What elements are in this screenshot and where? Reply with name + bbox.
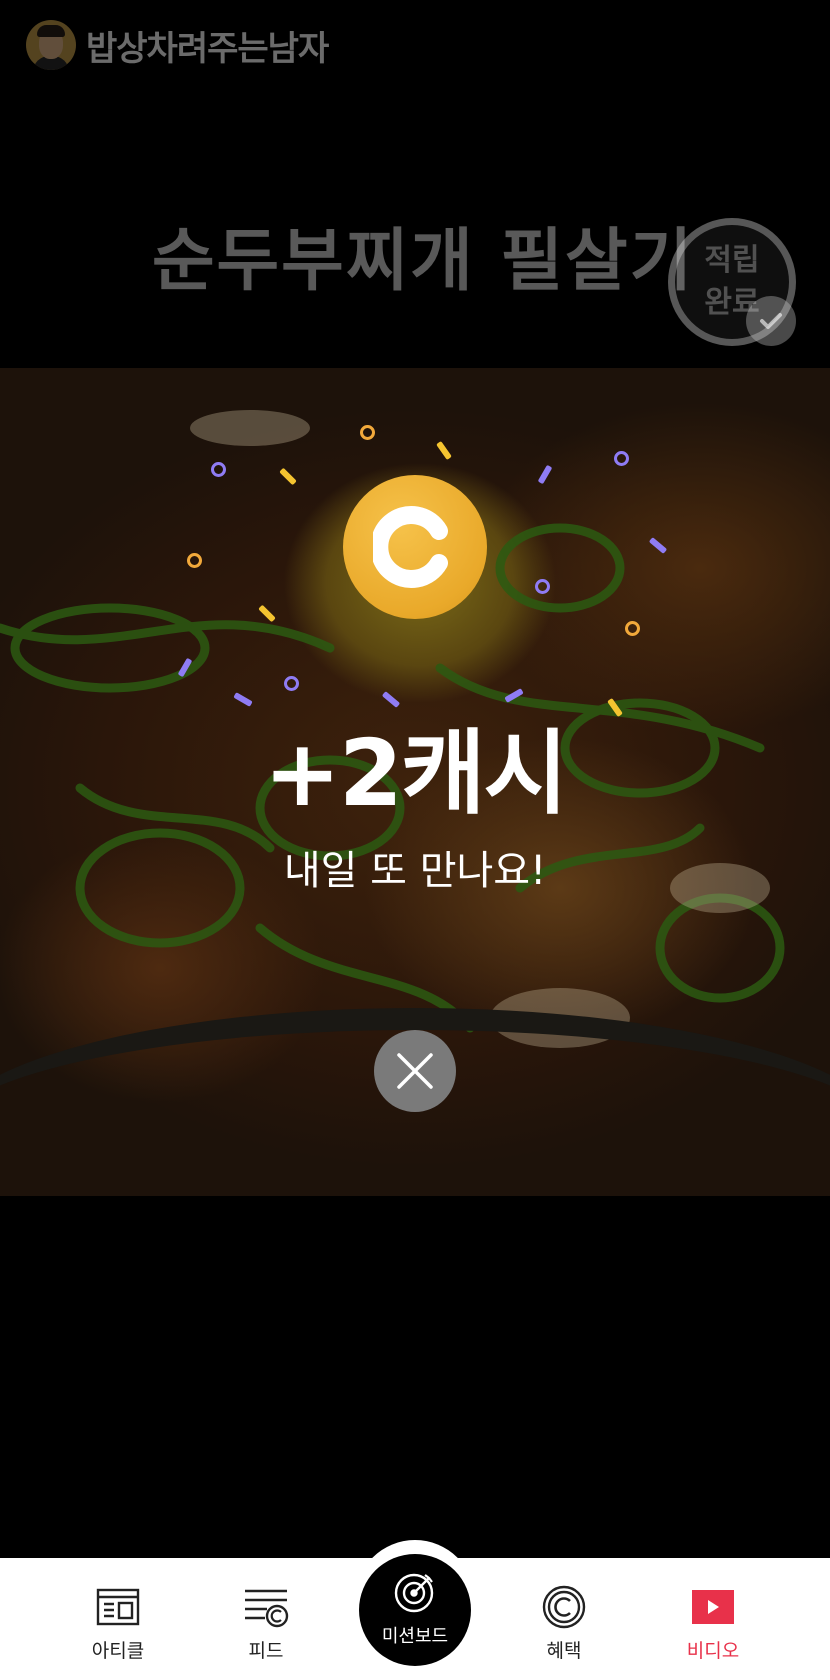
close-button[interactable]	[374, 1030, 456, 1112]
close-icon	[397, 1053, 433, 1089]
confetti-dash-4	[648, 537, 668, 554]
confetti-ring-6	[625, 621, 640, 636]
nav-item-benefits[interactable]: 혜택	[504, 1558, 624, 1680]
reward-popup: +2캐시 내일 또 만나요!	[0, 368, 830, 1196]
channel-name[interactable]: 밥상차려주는남자	[86, 21, 329, 70]
confetti-dash-3	[537, 464, 553, 485]
confetti-ring-1	[360, 425, 375, 440]
nav-item-mission-board[interactable]: 미션보드	[359, 1554, 471, 1666]
nav-item-feed[interactable]: 피드	[206, 1558, 326, 1680]
target-icon	[393, 1570, 437, 1618]
nav-item-article[interactable]: 아티클	[58, 1558, 178, 1680]
confetti-ring-3	[614, 451, 629, 466]
c-coin-icon	[343, 475, 487, 619]
nav-label-article: 아티클	[91, 1640, 145, 1662]
confetti-ring-5	[535, 579, 550, 594]
feed-icon	[243, 1584, 289, 1630]
confetti-ring-2	[211, 462, 226, 477]
channel-avatar[interactable]	[26, 20, 76, 70]
confetti-dash-1	[436, 440, 452, 461]
channel-header[interactable]: 밥상차려주는남자	[26, 20, 329, 70]
confetti-ring-7	[284, 676, 299, 691]
confetti-dash-2	[279, 467, 297, 486]
video-title: 순두부찌개 필살기	[152, 222, 695, 301]
play-icon	[692, 1584, 734, 1630]
confetti-dash-9	[504, 688, 524, 703]
check-icon	[746, 296, 796, 346]
confetti-dash-5	[258, 604, 276, 623]
confetti-dash-8	[381, 691, 401, 708]
confetti-ring-4	[187, 553, 202, 568]
reward-amount: +2캐시	[263, 720, 568, 827]
article-icon	[96, 1584, 140, 1630]
nav-label-benefits: 혜택	[546, 1640, 582, 1662]
reward-message: 내일 또 만나요!	[283, 848, 547, 894]
confetti-dash-7	[233, 692, 253, 707]
confetti-dash-6	[177, 657, 193, 678]
cash-coin-icon	[542, 1584, 586, 1630]
nav-label-mission-board: 미션보드	[381, 1626, 449, 1647]
nav-label-feed: 피드	[248, 1640, 284, 1662]
nav-item-video[interactable]: 비디오	[653, 1558, 773, 1680]
nav-label-video: 비디오	[686, 1640, 740, 1662]
confetti-dash-10	[607, 697, 623, 718]
badge-line-1: 적립	[704, 243, 760, 278]
